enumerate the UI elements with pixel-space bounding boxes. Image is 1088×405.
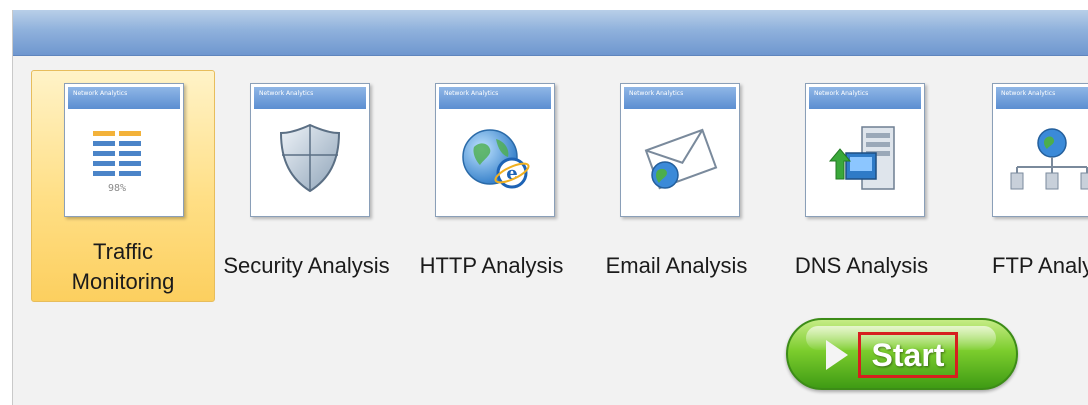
ftp-network-icon xyxy=(1010,128,1088,190)
play-icon xyxy=(826,340,848,370)
module-label-line1: Traffic xyxy=(93,239,153,264)
start-button[interactable]: Start xyxy=(786,318,1018,390)
traffic-percent: 98% xyxy=(108,183,126,194)
module-dns-analysis[interactable]: Network Analytics DNS Analysis xyxy=(768,70,955,302)
card-header: Network Analytics xyxy=(439,87,551,109)
module-label: FTP Analy xyxy=(992,253,1088,278)
card-header: Network Analytics xyxy=(809,87,921,109)
card-header: Network Analytics xyxy=(624,87,736,109)
module-ftp-analysis[interactable]: Network Analytics FTP Analy xyxy=(953,70,1088,302)
module-label-line2: Monitoring xyxy=(71,269,175,294)
module-label: Email Analysis xyxy=(605,253,748,278)
traffic-monitoring-icon: 98% xyxy=(93,131,141,194)
module-card: Network Analytics xyxy=(805,83,925,217)
module-card: Network Analytics xyxy=(250,83,370,217)
module-card: Network Analytics xyxy=(992,83,1088,217)
card-header: Network Analytics xyxy=(68,87,180,109)
card-header: Network Analytics xyxy=(996,87,1088,109)
module-security-analysis[interactable]: Network Analytics Security Analysis xyxy=(213,70,400,302)
module-card: Network Analytics 98% xyxy=(64,83,184,217)
envelope-icon xyxy=(644,128,718,190)
module-card: Network Analytics xyxy=(620,83,740,217)
module-traffic-monitoring[interactable]: Network Analytics 98% Traffic Monitoring xyxy=(31,70,215,302)
module-selector: Network Analytics 98% Traffic Monitoring… xyxy=(13,70,1088,320)
title-bar xyxy=(13,10,1088,56)
module-http-analysis[interactable]: Network Analytics e HTTP Analysis xyxy=(398,70,585,302)
module-card: Network Analytics e xyxy=(435,83,555,217)
module-label: DNS Analysis xyxy=(794,253,929,278)
start-label: Start xyxy=(858,332,958,378)
globe-ie-icon: e xyxy=(462,129,530,189)
module-email-analysis[interactable]: Network Analytics Email Analysis xyxy=(583,70,770,302)
module-label: Security Analysis xyxy=(223,253,390,278)
module-label: Traffic Monitoring xyxy=(32,237,214,297)
module-label: HTTP Analysis xyxy=(419,253,564,278)
card-header: Network Analytics xyxy=(254,87,366,109)
shield-icon xyxy=(279,123,341,193)
app-window: Network Analytics 98% Traffic Monitoring… xyxy=(12,10,1088,405)
dns-server-icon xyxy=(828,126,895,190)
